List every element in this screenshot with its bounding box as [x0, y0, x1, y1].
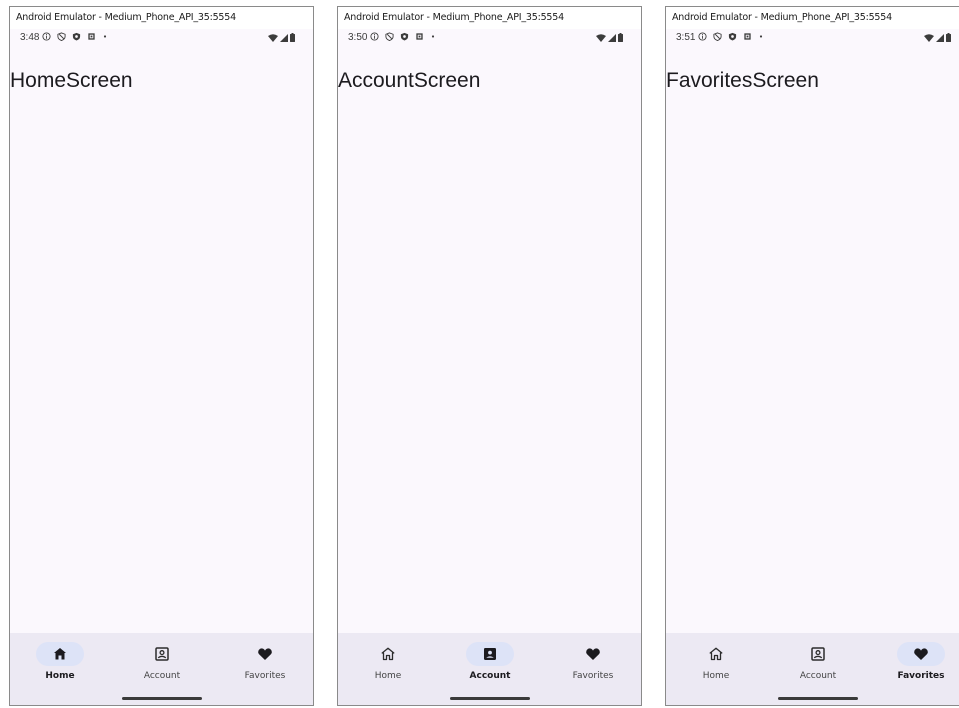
- battery-icon: [290, 33, 295, 42]
- wifi-icon: [596, 33, 606, 42]
- nav-item-home[interactable]: Home: [666, 633, 766, 693]
- screen-title: HomeScreen: [10, 69, 133, 92]
- battery-icon: [946, 33, 951, 42]
- nav-label-favorites: Favorites: [897, 671, 945, 681]
- gesture-handle[interactable]: [121, 697, 202, 700]
- shield-icon: [713, 32, 722, 41]
- info-icon: [370, 32, 379, 41]
- window-title[interactable]: Android Emulator - Medium_Phone_API_35:5…: [10, 7, 313, 29]
- shield-icon: [385, 32, 394, 41]
- status-icons-right: [596, 33, 623, 42]
- heart-icon: [914, 648, 928, 660]
- status-time: 3:50: [348, 32, 368, 43]
- battery-icon: [618, 33, 623, 42]
- bottom-navigation-bar: Home Account Favorites: [666, 633, 959, 705]
- nav-label-favorites: Favorites: [572, 671, 614, 681]
- emulator-window-account: Android Emulator - Medium_Phone_API_35:5…: [337, 6, 642, 706]
- nav-item-favorites[interactable]: Favorites: [215, 633, 313, 693]
- nav-item-home[interactable]: Home: [338, 633, 438, 693]
- status-bar: 3:50: [338, 29, 641, 49]
- bottom-navigation-bar: Home Account Favorites: [338, 633, 641, 705]
- storage-icon: [416, 33, 423, 40]
- shield-icon: [57, 32, 66, 41]
- status-time: 3:48: [20, 32, 40, 43]
- phone-screen: 3:48 HomeScreen Home Account Favorites: [10, 29, 313, 705]
- info-icon: [42, 32, 51, 41]
- emulator-window-favorites: Android Emulator - Medium_Phone_API_35:5…: [665, 6, 959, 706]
- security-icon: [728, 32, 737, 41]
- nav-label-home: Home: [45, 671, 75, 681]
- nav-label-home: Home: [374, 671, 402, 681]
- phone-screen: 3:50 AccountScreen Home Account Favorite…: [338, 29, 641, 705]
- gesture-handle[interactable]: [777, 697, 858, 700]
- status-bar: 3:48: [10, 29, 313, 49]
- nav-item-favorites[interactable]: Favorites: [871, 633, 959, 693]
- status-icons-left: [698, 32, 764, 41]
- security-icon: [400, 32, 409, 41]
- dot-icon: [431, 35, 435, 38]
- bottom-navigation-bar: Home Account Favorites: [10, 633, 313, 705]
- heart-icon: [258, 648, 272, 660]
- status-icons-right: [924, 33, 951, 42]
- emulator-window-home: Android Emulator - Medium_Phone_API_35:5…: [9, 6, 314, 706]
- heart-icon: [586, 648, 600, 660]
- storage-icon: [744, 33, 751, 40]
- screen-title: AccountScreen: [338, 69, 481, 92]
- nav-label-account: Account: [799, 671, 837, 681]
- info-icon: [698, 32, 707, 41]
- signal-icon: [936, 33, 944, 42]
- nav-label-favorites: Favorites: [244, 671, 286, 681]
- status-bar: 3:51: [666, 29, 959, 49]
- window-title[interactable]: Android Emulator - Medium_Phone_API_35:5…: [338, 7, 641, 29]
- phone-screen: 3:51 FavoritesScreen Home Account Favori…: [666, 29, 959, 705]
- nav-item-favorites[interactable]: Favorites: [543, 633, 641, 693]
- window-title[interactable]: Android Emulator - Medium_Phone_API_35:5…: [666, 7, 959, 29]
- status-icons-right: [268, 33, 295, 42]
- nav-item-home[interactable]: Home: [10, 633, 110, 693]
- nav-label-home: Home: [702, 671, 730, 681]
- account-box-outline-icon: [155, 647, 169, 661]
- home-outline-icon: [381, 647, 395, 661]
- screen-title: FavoritesScreen: [666, 69, 819, 92]
- stage: Android Emulator - Medium_Phone_API_35:5…: [0, 0, 959, 708]
- signal-icon: [280, 33, 288, 42]
- security-icon: [72, 32, 81, 41]
- status-time: 3:51: [676, 32, 696, 43]
- dot-icon: [759, 35, 763, 38]
- nav-item-account[interactable]: Account: [768, 633, 868, 693]
- home-filled-icon: [54, 648, 66, 660]
- account-box-filled-icon: [484, 648, 496, 660]
- status-icons-left: [370, 32, 436, 41]
- wifi-icon: [268, 33, 278, 42]
- gesture-handle[interactable]: [449, 697, 530, 700]
- nav-label-account: Account: [143, 671, 181, 681]
- wifi-icon: [924, 33, 934, 42]
- nav-item-account[interactable]: Account: [112, 633, 212, 693]
- nav-item-account[interactable]: Account: [440, 633, 540, 693]
- status-icons-left: [42, 32, 108, 41]
- signal-icon: [608, 33, 616, 42]
- nav-label-account: Account: [469, 671, 511, 681]
- storage-icon: [88, 33, 95, 40]
- account-box-outline-icon: [811, 647, 825, 661]
- dot-icon: [103, 35, 107, 38]
- home-outline-icon: [709, 647, 723, 661]
